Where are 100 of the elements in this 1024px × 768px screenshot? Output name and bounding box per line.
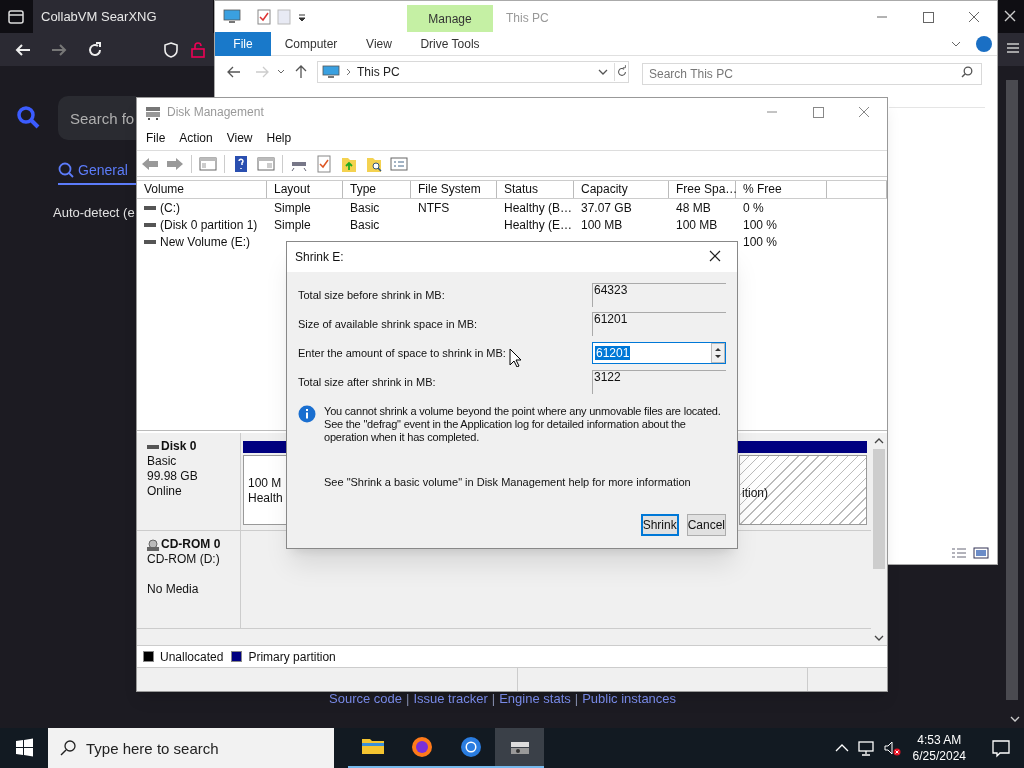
disk-info-text: CD-ROM (D:) <box>147 552 221 567</box>
help-text: See "Shrink a basic volume" in Disk Management help for more information <box>324 475 692 490</box>
volume-icon <box>144 221 156 228</box>
language-select[interactable]: Auto-detect (e <box>53 203 135 223</box>
search-field[interactable]: Type here to search <box>48 728 334 768</box>
column-header[interactable]: Status <box>497 181 574 198</box>
disk-info-text: Basic <box>147 454 178 469</box>
column-header[interactable]: % Free <box>736 181 827 198</box>
search-field[interactable]: Search fo <box>58 96 136 140</box>
dropdown-icon[interactable] <box>297 11 307 22</box>
chevron-right-icon <box>346 68 351 76</box>
search-icon[interactable] <box>16 105 42 131</box>
table-cell-text: Simple <box>274 199 311 217</box>
search-field[interactable]: Search This PC <box>642 63 982 85</box>
column-header[interactable]: File System <box>411 181 497 198</box>
address-bar[interactable]: This PC <box>317 61 629 83</box>
ribbon-tab[interactable]: File <box>215 31 271 56</box>
menu-icon[interactable] <box>1006 42 1020 54</box>
disk-info-text: 99.98 GB <box>147 469 199 484</box>
ribbon-tab[interactable]: Computer <box>271 31 351 56</box>
chevron-icon[interactable] <box>951 40 961 47</box>
table-cell-text: (C:) <box>160 199 180 217</box>
readonly-field: 3122 <box>592 370 726 394</box>
chevron-up-icon[interactable] <box>834 743 849 753</box>
disk-info-text: Online <box>147 484 183 499</box>
menu-item[interactable]: File <box>140 127 172 149</box>
partition-block[interactable]: 100 M Health <box>243 455 287 525</box>
volume-icon <box>144 204 156 211</box>
scroll-up-icon[interactable] <box>874 437 884 445</box>
legend-label: Unallocated <box>160 648 224 666</box>
info-text: You cannot shrink a volume beyond the point where any unmovable files are located. See the "defrag" event in the Application log for detailed information about the operation when it has completed. <box>324 405 722 444</box>
field-value: 61201 <box>595 346 631 360</box>
recent-locations-icon[interactable] <box>277 69 285 75</box>
search-icon <box>58 162 74 178</box>
checklist-icon[interactable] <box>257 8 271 25</box>
lock-icon[interactable] <box>190 40 206 59</box>
context-tab[interactable]: Manage <box>407 5 493 32</box>
info-icon <box>298 405 316 423</box>
disk-management-icon <box>145 104 161 120</box>
field-label: Size of available shrink space in MB: <box>298 316 478 332</box>
legend-label: Primary partition <box>248 648 336 666</box>
dropdown-icon[interactable] <box>598 69 608 75</box>
table-cell-text: Basic <box>350 216 380 234</box>
table-cell-text: (Disk 0 partition 1) <box>160 216 258 234</box>
menu-item[interactable]: View <box>220 127 259 149</box>
menu-item[interactable]: Help <box>260 127 298 149</box>
column-header[interactable]: Layout <box>267 181 343 198</box>
browser-tab[interactable]: CollabVM SearXNG <box>33 0 213 33</box>
disk-name: CD-ROM 0 <box>161 537 221 552</box>
readonly-field: 64323 <box>592 283 726 307</box>
number-field[interactable]: 61201 <box>592 342 726 364</box>
reload-icon[interactable] <box>86 40 104 59</box>
table-cell-text: 100 MB <box>581 216 623 234</box>
volume-icon <box>144 238 156 245</box>
checklist-icon[interactable] <box>315 154 333 173</box>
mouse-cursor-icon <box>509 348 522 367</box>
table-cell-text: 100 % <box>743 233 778 251</box>
disk-info-text: No Media <box>147 582 200 597</box>
table-cell-text: 100 MB <box>676 216 718 234</box>
table-cell-text: NTFS <box>418 199 450 217</box>
column-header[interactable]: Type <box>343 181 411 198</box>
clock-date: 6/25/2024 <box>912 748 966 764</box>
dialog-button[interactable]: Cancel <box>686 514 726 536</box>
taskbar-app[interactable] <box>495 728 544 768</box>
readonly-field: 61201 <box>592 312 726 336</box>
computer-icon <box>322 65 340 79</box>
field-label: Total size before shrink in MB: <box>298 287 445 303</box>
scroll-down-icon[interactable] <box>874 634 884 642</box>
computer-icon[interactable] <box>223 8 241 25</box>
footer-link[interactable]: Issue tracker <box>413 689 488 709</box>
column-header[interactable]: Volume <box>137 181 267 198</box>
tab-list-icon[interactable] <box>7 7 25 26</box>
up-icon[interactable] <box>295 65 307 79</box>
volume-muted-icon[interactable] <box>882 740 901 756</box>
table-cell-text: Basic <box>350 199 380 217</box>
network-icon[interactable] <box>856 740 875 756</box>
back-icon[interactable] <box>227 66 241 78</box>
shield-icon[interactable] <box>162 40 180 59</box>
clock[interactable]: 4:53 AM 6/25/2024 <box>908 732 970 764</box>
refresh-icon[interactable] <box>614 63 628 81</box>
footer-link[interactable]: Source code <box>329 689 402 709</box>
footer-link[interactable]: Engine stats <box>499 689 571 709</box>
column-header[interactable]: Capacity <box>574 181 669 198</box>
separator-text: | <box>406 690 410 709</box>
search-icon <box>961 66 973 78</box>
column-header[interactable]: Free Spa… <box>669 181 736 198</box>
dialog-button[interactable]: Shrink <box>640 514 679 536</box>
partition-block[interactable]: ition) <box>739 455 867 525</box>
table-cell-text: 37.07 GB <box>581 199 632 217</box>
table-cell-text: Healthy (E… <box>504 216 573 234</box>
clock-time: 4:53 AM <box>917 732 962 748</box>
footer-link[interactable]: Public instances <box>582 689 677 709</box>
ribbon-tab[interactable]: Drive Tools <box>407 31 493 56</box>
spinner-icon[interactable] <box>711 343 725 363</box>
tiles-view-icon[interactable] <box>973 547 989 559</box>
field-label: Enter the amount of space to shrink in MB: <box>298 345 506 361</box>
ribbon-tab[interactable]: View <box>351 31 407 56</box>
table-cell-text: Healthy (B… <box>504 199 573 217</box>
close-icon[interactable] <box>1004 10 1016 22</box>
menu-item[interactable]: Action <box>173 127 219 149</box>
